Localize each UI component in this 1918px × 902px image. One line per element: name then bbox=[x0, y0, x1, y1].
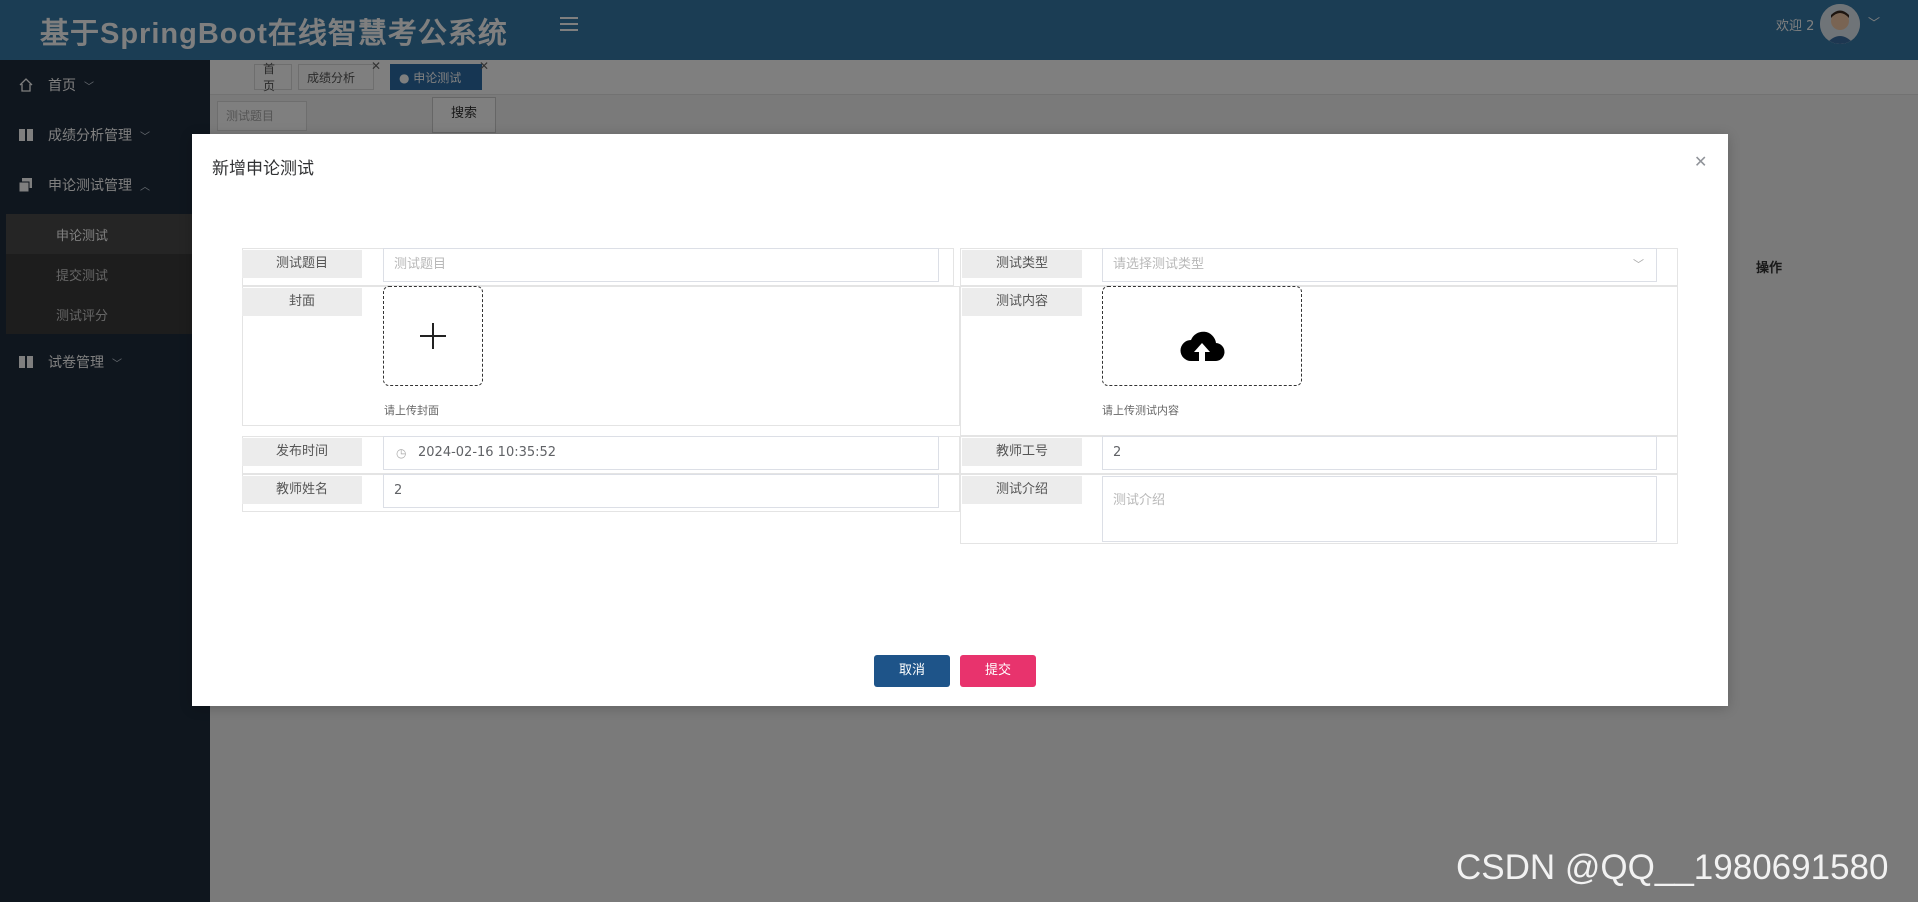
type-select[interactable]: 请选择测试类型 ﹀ bbox=[1102, 248, 1657, 282]
content-upload-hint: 请上传测试内容 bbox=[1102, 404, 1179, 417]
chevron-down-icon: ﹀ bbox=[1633, 258, 1644, 271]
watermark: CSDN @QQ__1980691580 bbox=[1456, 848, 1889, 887]
cover-upload-button[interactable] bbox=[383, 286, 483, 386]
teacher-no-input[interactable]: 2 bbox=[1102, 436, 1657, 470]
submit-button[interactable]: 提交 bbox=[960, 655, 1036, 687]
field-label-teacher-name: 教师姓名 bbox=[242, 476, 362, 504]
close-icon[interactable]: ✕ bbox=[1694, 152, 1707, 171]
teacher-name-input[interactable]: 2 bbox=[383, 474, 939, 508]
intro-textarea[interactable]: 测试介绍 bbox=[1102, 476, 1657, 542]
plus-icon bbox=[420, 323, 446, 349]
field-label-cover: 封面 bbox=[242, 288, 362, 316]
publish-time-value: 2024-02-16 10:35:52 bbox=[418, 445, 557, 460]
field-label-intro: 测试介绍 bbox=[962, 476, 1082, 504]
field-label-publish-time: 发布时间 bbox=[242, 438, 362, 466]
cover-upload-hint: 请上传封面 bbox=[384, 404, 439, 417]
field-label-content: 测试内容 bbox=[962, 288, 1082, 316]
type-select-placeholder: 请选择测试类型 bbox=[1113, 257, 1205, 272]
title-input[interactable]: 测试题目 bbox=[383, 248, 939, 282]
field-label-teacher-no: 教师工号 bbox=[962, 438, 1082, 466]
cloud-upload-icon bbox=[1180, 331, 1225, 362]
field-label-title: 测试题目 bbox=[242, 250, 362, 278]
content-upload-button[interactable] bbox=[1102, 286, 1302, 386]
dialog-title: 新增申论测试 bbox=[212, 159, 314, 179]
add-essay-test-dialog: 新增申论测试 ✕ 测试题目 测试题目 测试类型 请选择测试类型 ﹀ 封面 请上传… bbox=[192, 134, 1728, 706]
field-label-type: 测试类型 bbox=[962, 250, 1082, 278]
clock-icon: ◷ bbox=[396, 446, 407, 460]
publish-time-input[interactable]: ◷ 2024-02-16 10:35:52 bbox=[383, 436, 939, 470]
cancel-button[interactable]: 取消 bbox=[874, 655, 950, 687]
